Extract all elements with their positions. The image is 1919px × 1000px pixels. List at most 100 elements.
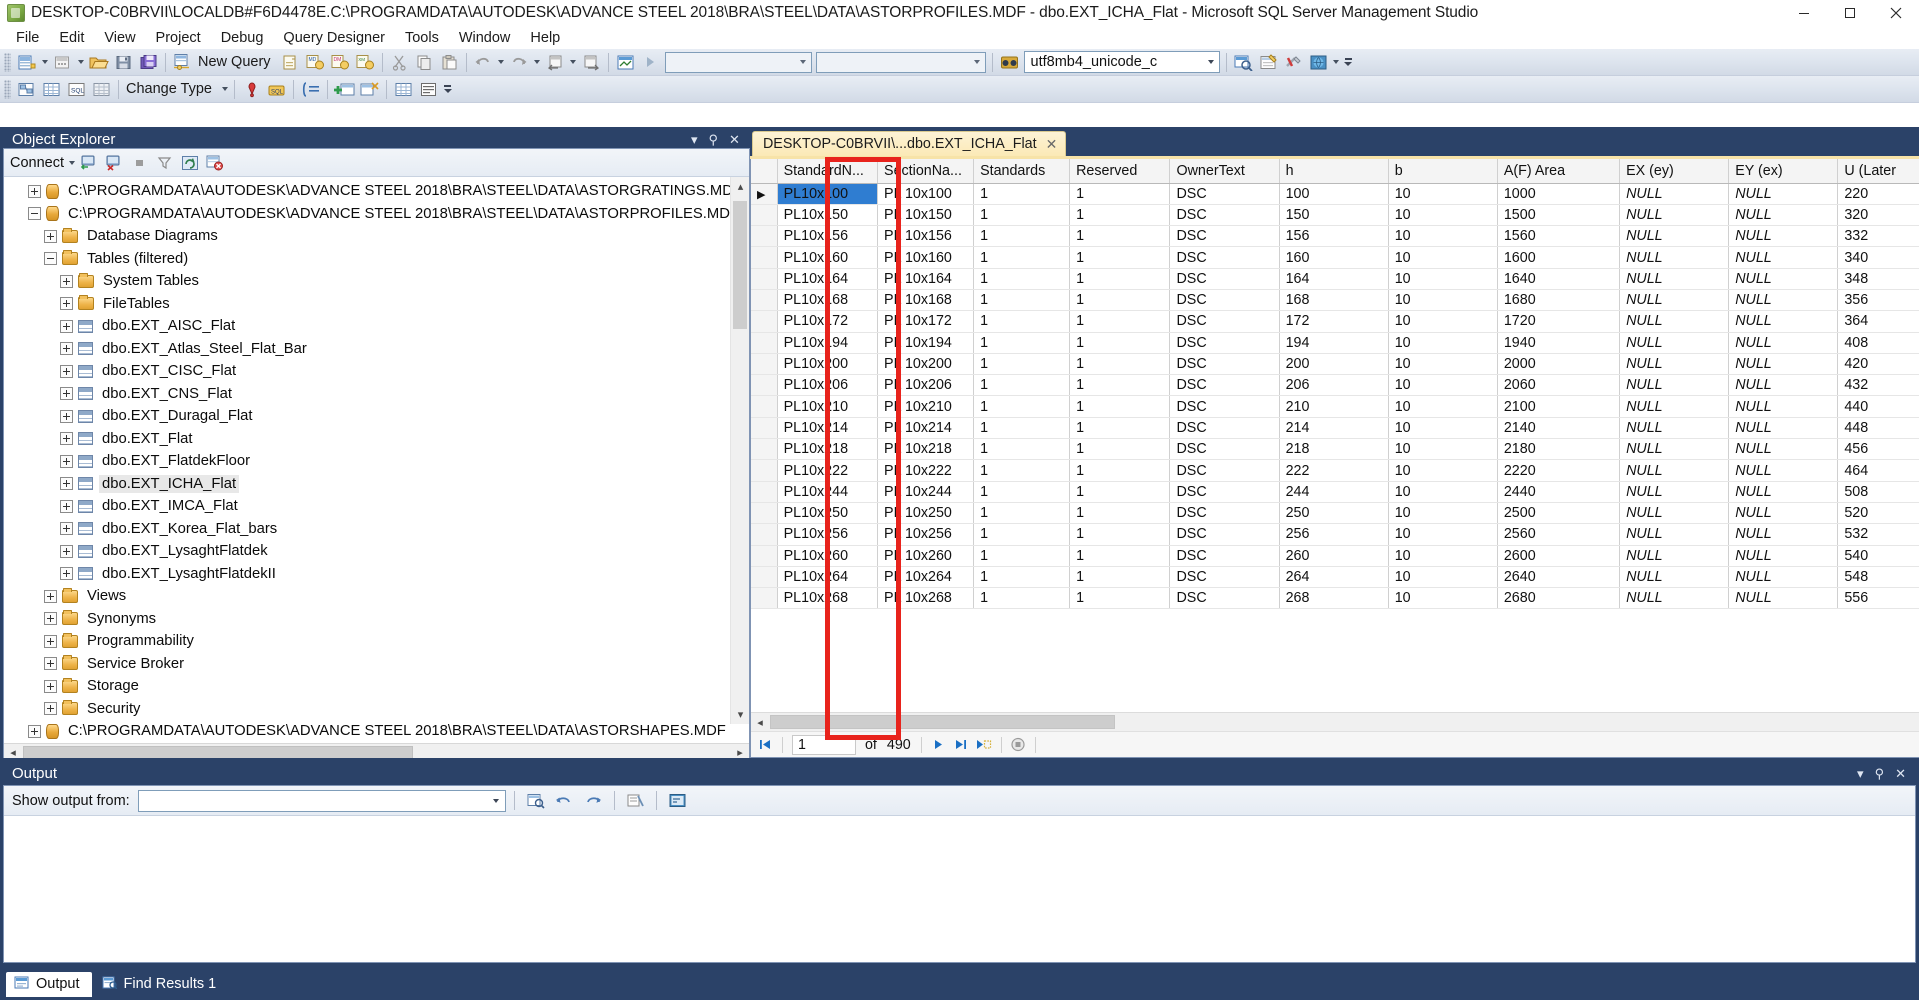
row-header-cell[interactable] [750,438,778,461]
tree-node[interactable]: dbo.EXT_Korea_Flat_bars [4,518,749,541]
add-group-by-icon[interactable] [299,78,322,101]
table-cell-ey[interactable]: NULL [1728,353,1839,376]
table-cell-sectionname[interactable]: PL 10x256 [877,523,975,546]
menu-window[interactable]: Window [449,28,521,48]
menu-view[interactable]: View [94,28,145,48]
table-cell-ex[interactable]: NULL [1619,310,1730,333]
table-cell-area[interactable]: 1560 [1497,225,1621,248]
collapse-icon[interactable] [28,207,41,221]
execute-icon[interactable] [639,51,662,74]
table-cell-ex[interactable]: NULL [1619,332,1730,354]
disconnect-object-explorer-icon[interactable] [103,151,126,174]
tree-node[interactable]: Service Broker [4,653,749,676]
col-header-ownertext[interactable]: OwnerText [1169,159,1280,184]
table-cell-area[interactable]: 2440 [1497,481,1621,503]
pin-icon[interactable]: ⚲ [709,133,719,146]
table-cell-standardname[interactable]: PL10x244 [777,481,879,503]
table-cell-h[interactable]: 244 [1279,481,1389,503]
table-cell-ex[interactable]: NULL [1619,183,1730,205]
table-cell-u[interactable]: 220 [1837,183,1919,205]
tree-node[interactable]: Security [4,698,749,721]
scroll-up-icon[interactable]: ▴ [731,177,749,195]
table-cell-u[interactable]: 540 [1837,545,1919,567]
table-cell-u[interactable]: 420 [1837,353,1919,376]
table-cell-sectionname[interactable]: PL 10x264 [877,566,975,589]
table-cell-h[interactable]: 100 [1279,183,1389,205]
table-cell-b[interactable]: 10 [1388,225,1498,248]
table-cell-b[interactable]: 10 [1388,246,1498,269]
table-cell-b[interactable]: 10 [1388,566,1498,589]
paste-icon[interactable] [438,51,461,74]
table-cell-b[interactable]: 10 [1388,374,1498,397]
table-cell-h[interactable]: 260 [1279,545,1389,567]
table-cell-standards[interactable]: 1 [973,502,1071,525]
tree-node[interactable]: dbo.EXT_Atlas_Steel_Flat_Bar [4,338,749,361]
toggle-word-wrap-icon[interactable] [666,789,689,812]
first-record-icon[interactable] [755,735,776,755]
row-header-cell[interactable] [750,204,778,227]
properties-window-icon[interactable] [1257,51,1280,74]
table-cell-h[interactable]: 194 [1279,332,1389,354]
object-explorer-filter-settings-icon[interactable] [203,151,226,174]
row-header-cell[interactable] [750,289,778,312]
table-cell-b[interactable]: 10 [1388,332,1498,354]
table-cell-standardname[interactable]: PL10x194 [777,332,879,354]
new-project-dropdown-icon[interactable] [39,52,50,73]
tree-node[interactable]: System Tables [4,270,749,293]
table-cell-b[interactable]: 10 [1388,545,1498,567]
new-analysis-xmla-query-icon[interactable]: XM [354,51,377,74]
table-cell-reserved[interactable]: 1 [1069,523,1171,546]
available-databases-dropdown[interactable] [664,51,812,73]
table-cell-ownertext[interactable]: DSC [1169,566,1280,589]
table-cell-ex[interactable]: NULL [1619,566,1730,589]
table-cell-standardname[interactable]: PL10x214 [777,417,879,440]
table-cell-standardname[interactable]: PL10x256 [777,523,879,546]
table-cell-b[interactable]: 10 [1388,204,1498,227]
table-cell-h[interactable]: 168 [1279,289,1389,312]
tree-node[interactable]: dbo.EXT_LysaghtFlatdekII [4,563,749,586]
table-cell-b[interactable]: 10 [1388,353,1498,376]
chevron-down-icon[interactable]: ▾ [1857,767,1864,780]
table-cell-h[interactable]: 264 [1279,566,1389,589]
table-cell-b[interactable]: 10 [1388,395,1498,418]
table-row[interactable]: PL10x260 PL 10x260 1 1 DSC 260 10 2600 NULL NULL 5… [750,545,1919,567]
show-grid-icon[interactable] [392,78,415,101]
table-cell-reserved[interactable]: 1 [1069,395,1171,418]
expand-icon[interactable] [44,634,57,648]
expand-icon[interactable] [60,522,73,536]
table-cell-reserved[interactable]: 1 [1069,481,1171,503]
table-cell-ownertext[interactable]: DSC [1169,587,1280,610]
table-cell-standardname[interactable]: PL10x100 [777,183,879,205]
table-cell-standardname[interactable]: PL10x210 [777,395,879,418]
web-browser-dropdown-icon[interactable] [1331,52,1342,73]
expand-icon[interactable] [60,297,73,311]
tools-options-icon[interactable] [1282,51,1305,74]
table-cell-ownertext[interactable]: DSC [1169,225,1280,248]
filter-icon[interactable] [153,151,176,174]
tree-node[interactable]: C:\PROGRAMDATA\AUTODESK\ADVANCE STEEL 20… [4,180,749,203]
col-header-area[interactable]: A(F) Area [1497,159,1621,184]
expand-icon[interactable] [60,274,73,288]
new-query-icon[interactable] [171,51,194,74]
table-cell-standardname[interactable]: PL10x260 [777,545,879,567]
new-query-label[interactable]: New Query [195,54,278,70]
table-cell-u[interactable]: 364 [1837,310,1919,333]
table-row[interactable]: PL10x160 PL 10x160 1 1 DSC 160 10 1600 NULL NULL 3… [750,246,1919,269]
table-cell-h[interactable]: 210 [1279,395,1389,418]
table-cell-standards[interactable]: 1 [973,566,1071,589]
row-header-cell[interactable] [750,545,778,567]
new-record-icon[interactable] [974,735,995,755]
table-cell-b[interactable]: 10 [1388,268,1498,290]
table-row[interactable]: PL10x268 PL 10x268 1 1 DSC 268 10 2680 NULL NULL 5… [750,587,1919,610]
table-cell-ownertext[interactable]: DSC [1169,310,1280,333]
table-cell-reserved[interactable]: 1 [1069,502,1171,525]
show-diagram-pane-icon[interactable] [15,78,38,101]
table-cell-standards[interactable]: 1 [973,268,1071,290]
table-cell-reserved[interactable]: 1 [1069,438,1171,461]
results-to-text-icon[interactable] [417,78,440,101]
table-cell-reserved[interactable]: 1 [1069,225,1171,248]
table-cell-ex[interactable]: NULL [1619,395,1730,418]
expand-icon[interactable] [60,364,73,378]
clear-all-icon[interactable] [624,789,647,812]
row-header-cell[interactable] [750,268,778,290]
